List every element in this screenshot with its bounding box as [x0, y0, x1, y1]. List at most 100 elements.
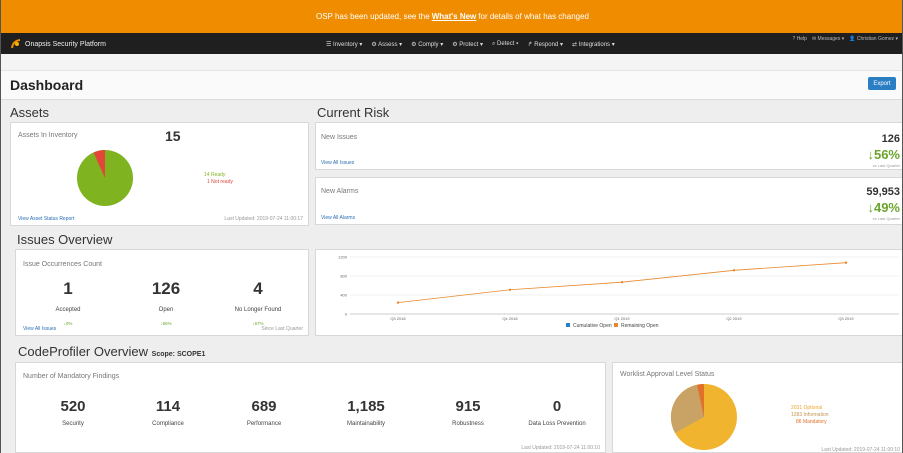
x-tick-label: Q3 2018 [390, 316, 406, 321]
remaining-open-point[interactable] [508, 288, 512, 291]
remaining-open-point[interactable] [844, 261, 848, 264]
menu-integrations-label: Integrations [578, 42, 611, 48]
worklist-legend-optional: 2031 Optional [791, 405, 822, 411]
messages-link[interactable]: ✉ Messages ▾ [812, 36, 844, 42]
help-link[interactable]: ? Help [792, 36, 806, 42]
assets-pie-chart [77, 150, 133, 206]
no-longer-found-label: No Longer Found [234, 307, 282, 313]
user-name: Christian Gomez [856, 36, 895, 42]
new-alarms-vs: vs Last Quarter [872, 216, 900, 221]
app-window: OSP has been updated, see the What's New… [0, 0, 903, 453]
menu-assess-label: Assess [378, 42, 398, 48]
new-issues-label: New Issues [321, 134, 358, 141]
legend-cumulative-label: Cumulative Open [573, 323, 612, 329]
menu-comply-label: Comply [418, 42, 439, 48]
worklist-last-updated: Last Updated: 2019-07-24 11:00:10 [821, 447, 900, 453]
current-risk-section-title: Current Risk [317, 105, 390, 120]
user-link[interactable]: 👤 Christian Gomez ▾ [849, 36, 898, 42]
accepted-label: Accepted [55, 307, 81, 313]
new-alarms-label: New Alarms [321, 188, 359, 195]
x-tick-label: Q1 2019 [614, 316, 630, 321]
help-label: Help [796, 36, 807, 42]
maintainability-label: Maintainability [346, 421, 386, 427]
notready-count: 1 [207, 179, 210, 185]
accepted-value: 1 [63, 279, 73, 298]
page-title: Dashboard [10, 77, 84, 93]
menu-detect-label: Detect [497, 41, 515, 47]
worklist-approval-title: Worklist Approval Level Status [620, 371, 715, 378]
worklist-legend-mandatory: 86 Mandatory [796, 419, 827, 425]
view-all-issues-link[interactable]: View All Issues [321, 160, 354, 166]
banner-text-post: for details of what has changed [478, 12, 590, 21]
view-all-alarms-link[interactable]: View All Alarms [321, 215, 355, 221]
worklist-legend-information: 1283 Information [791, 412, 829, 418]
menu-inventory-label: Inventory [333, 42, 358, 48]
performance-value: 689 [251, 398, 277, 415]
export-button[interactable]: Export [868, 77, 896, 90]
assets-total: 15 [165, 128, 181, 144]
legend-cumulative-swatch [566, 323, 570, 327]
chart-x-ticks: Q3 2018 Q4 2018 Q1 2019 Q2 2019 Q3 2019 [390, 316, 854, 321]
remaining-open-point[interactable] [620, 280, 624, 284]
menu-assess[interactable]: ⚙ Assess ▾ [368, 41, 405, 48]
menu-protect[interactable]: ⚙ Protect ▾ [449, 41, 486, 48]
information-label: Information [803, 412, 829, 418]
finding-security: 520 Security [23, 398, 123, 427]
menu-comply[interactable]: ⚙ Comply ▾ [408, 41, 446, 48]
chart-gridlines [350, 256, 899, 315]
robustness-value: 915 [455, 398, 481, 415]
banner-text-pre: OSP has been updated, see the [315, 12, 430, 21]
new-issues-vs: vs Last Quarter [872, 163, 900, 168]
mandatory-label: Mandatory [802, 419, 827, 425]
assets-legend-ready: 14 Ready [204, 172, 225, 178]
assets-legend-notready: 1 Not ready [207, 179, 233, 185]
onapsis-logo-icon [11, 39, 21, 49]
codeprofiler-scope: Scope: SCOPE1 [151, 351, 206, 358]
issues-overview-section-title: Issues Overview [17, 232, 113, 247]
ready-count: 14 [204, 172, 210, 178]
asset-status-report-link[interactable]: View Asset Status Report [18, 216, 74, 222]
issue-occurrences-panel: Issue Occurrences Count 1 Accepted ↓0% 1… [15, 249, 309, 336]
information-count: 1283 [791, 412, 803, 418]
menu-detect[interactable]: ⌕ Detect ▾ [489, 41, 522, 48]
optional-label: Optional [803, 405, 823, 411]
stat-no-longer-found: 4 No Longer Found ↓67% [203, 279, 313, 326]
new-issues-change: ↓56% [867, 147, 900, 162]
codeprofiler-section-title: CodeProfiler Overview Scope: SCOPE1 [18, 344, 205, 359]
top-navbar: Onapsis Security Platform ☰ Inventory ▾ … [1, 33, 902, 54]
finding-compliance: 114 Compliance [118, 398, 218, 427]
brand[interactable]: Onapsis Security Platform [11, 39, 106, 49]
menu-inventory[interactable]: ☰ Inventory ▾ [323, 41, 365, 48]
remaining-open-point[interactable] [396, 301, 400, 304]
optional-count: 2031 [791, 405, 803, 411]
codeprofiler-title-text: CodeProfiler Overview [18, 344, 149, 359]
assets-section-title: Assets [10, 105, 50, 120]
y-tick-label: 800 [340, 274, 347, 279]
remaining-open-point[interactable] [732, 269, 736, 272]
ready-label: Ready [210, 172, 226, 178]
data-loss-prevention-value: 0 [552, 398, 562, 415]
menu-respond[interactable]: ↱ Respond ▾ [525, 41, 566, 48]
chart-legend: Cumulative Open Remaining Open [566, 323, 659, 329]
user-menu: ? Help ✉ Messages ▾ 👤 Christian Gomez ▾ [792, 36, 898, 42]
compliance-value: 114 [155, 398, 181, 415]
brand-name: Onapsis Security Platform [25, 40, 106, 48]
finding-maintainability: 1,185 Maintainability [316, 398, 416, 427]
whats-new-link[interactable]: What's New [432, 12, 477, 21]
menu-integrations[interactable]: ⇄ Integrations ▾ [569, 41, 618, 48]
codeprofiler-last-updated: Last Updated: 2019-07-24 11:00:10 [521, 445, 600, 451]
performance-label: Performance [246, 421, 282, 427]
legend-remaining-label: Remaining Open [621, 323, 659, 329]
update-banner: OSP has been updated, see the What's New… [1, 0, 902, 33]
sub-toolbar [1, 54, 902, 71]
new-alarms-change: ↓49% [867, 200, 900, 215]
issues-trend-chart: 0 400 800 1200 Q3 2018 Q4 2018 Q1 2019 Q2 2019… [338, 255, 899, 329]
issue-occurrences-title: Issue Occurrences Count [23, 261, 102, 268]
security-value: 520 [60, 398, 86, 415]
new-alarms-panel: New Alarms 59,953 ↓49% vs Last Quarter V… [315, 177, 902, 225]
assets-last-updated: Last Updated: 2019-07-24 11:00:17 [224, 216, 303, 222]
issues-view-all-link[interactable]: View All Issues [23, 326, 56, 332]
no-longer-found-value: 4 [253, 279, 263, 298]
stat-accepted: 1 Accepted ↓0% [13, 279, 123, 326]
worklist-approval-panel: Worklist Approval Level Status 2031 Opti… [612, 362, 902, 453]
